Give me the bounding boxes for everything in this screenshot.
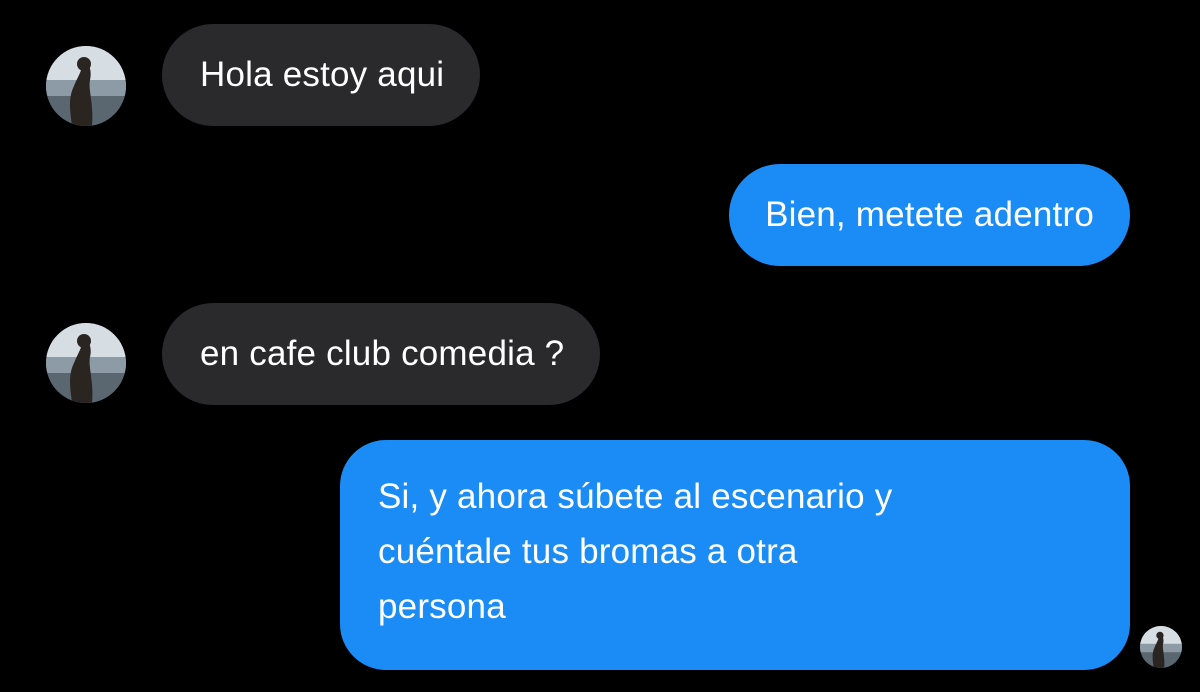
message-text: Hola estoy aqui bbox=[200, 55, 445, 94]
seen-avatar bbox=[1140, 626, 1182, 668]
seen-avatar-icon bbox=[1140, 626, 1182, 668]
incoming-message-bubble[interactable]: Hola estoy aqui bbox=[162, 24, 481, 126]
message-text: Bien, metete adentro bbox=[765, 195, 1094, 234]
message-thread: Hola estoy aqui Bien, metete adentro en … bbox=[0, 0, 1200, 692]
outgoing-message-bubble[interactable]: Si, y ahora súbete al escenario y cuénta… bbox=[340, 440, 1130, 670]
message-text-line: cuéntale tus bromas a otra bbox=[378, 532, 798, 571]
profile-photo-icon bbox=[46, 323, 126, 403]
message-text-line: Si, y ahora súbete al escenario y bbox=[378, 477, 893, 516]
contact-avatar[interactable] bbox=[46, 46, 126, 126]
contact-avatar[interactable] bbox=[46, 323, 126, 403]
profile-photo-icon bbox=[46, 46, 126, 126]
message-text-line: persona bbox=[378, 587, 506, 626]
outgoing-message-bubble[interactable]: Bien, metete adentro bbox=[729, 164, 1130, 266]
incoming-message-bubble[interactable]: en cafe club comedia ? bbox=[162, 303, 601, 405]
message-text: en cafe club comedia ? bbox=[200, 334, 565, 373]
